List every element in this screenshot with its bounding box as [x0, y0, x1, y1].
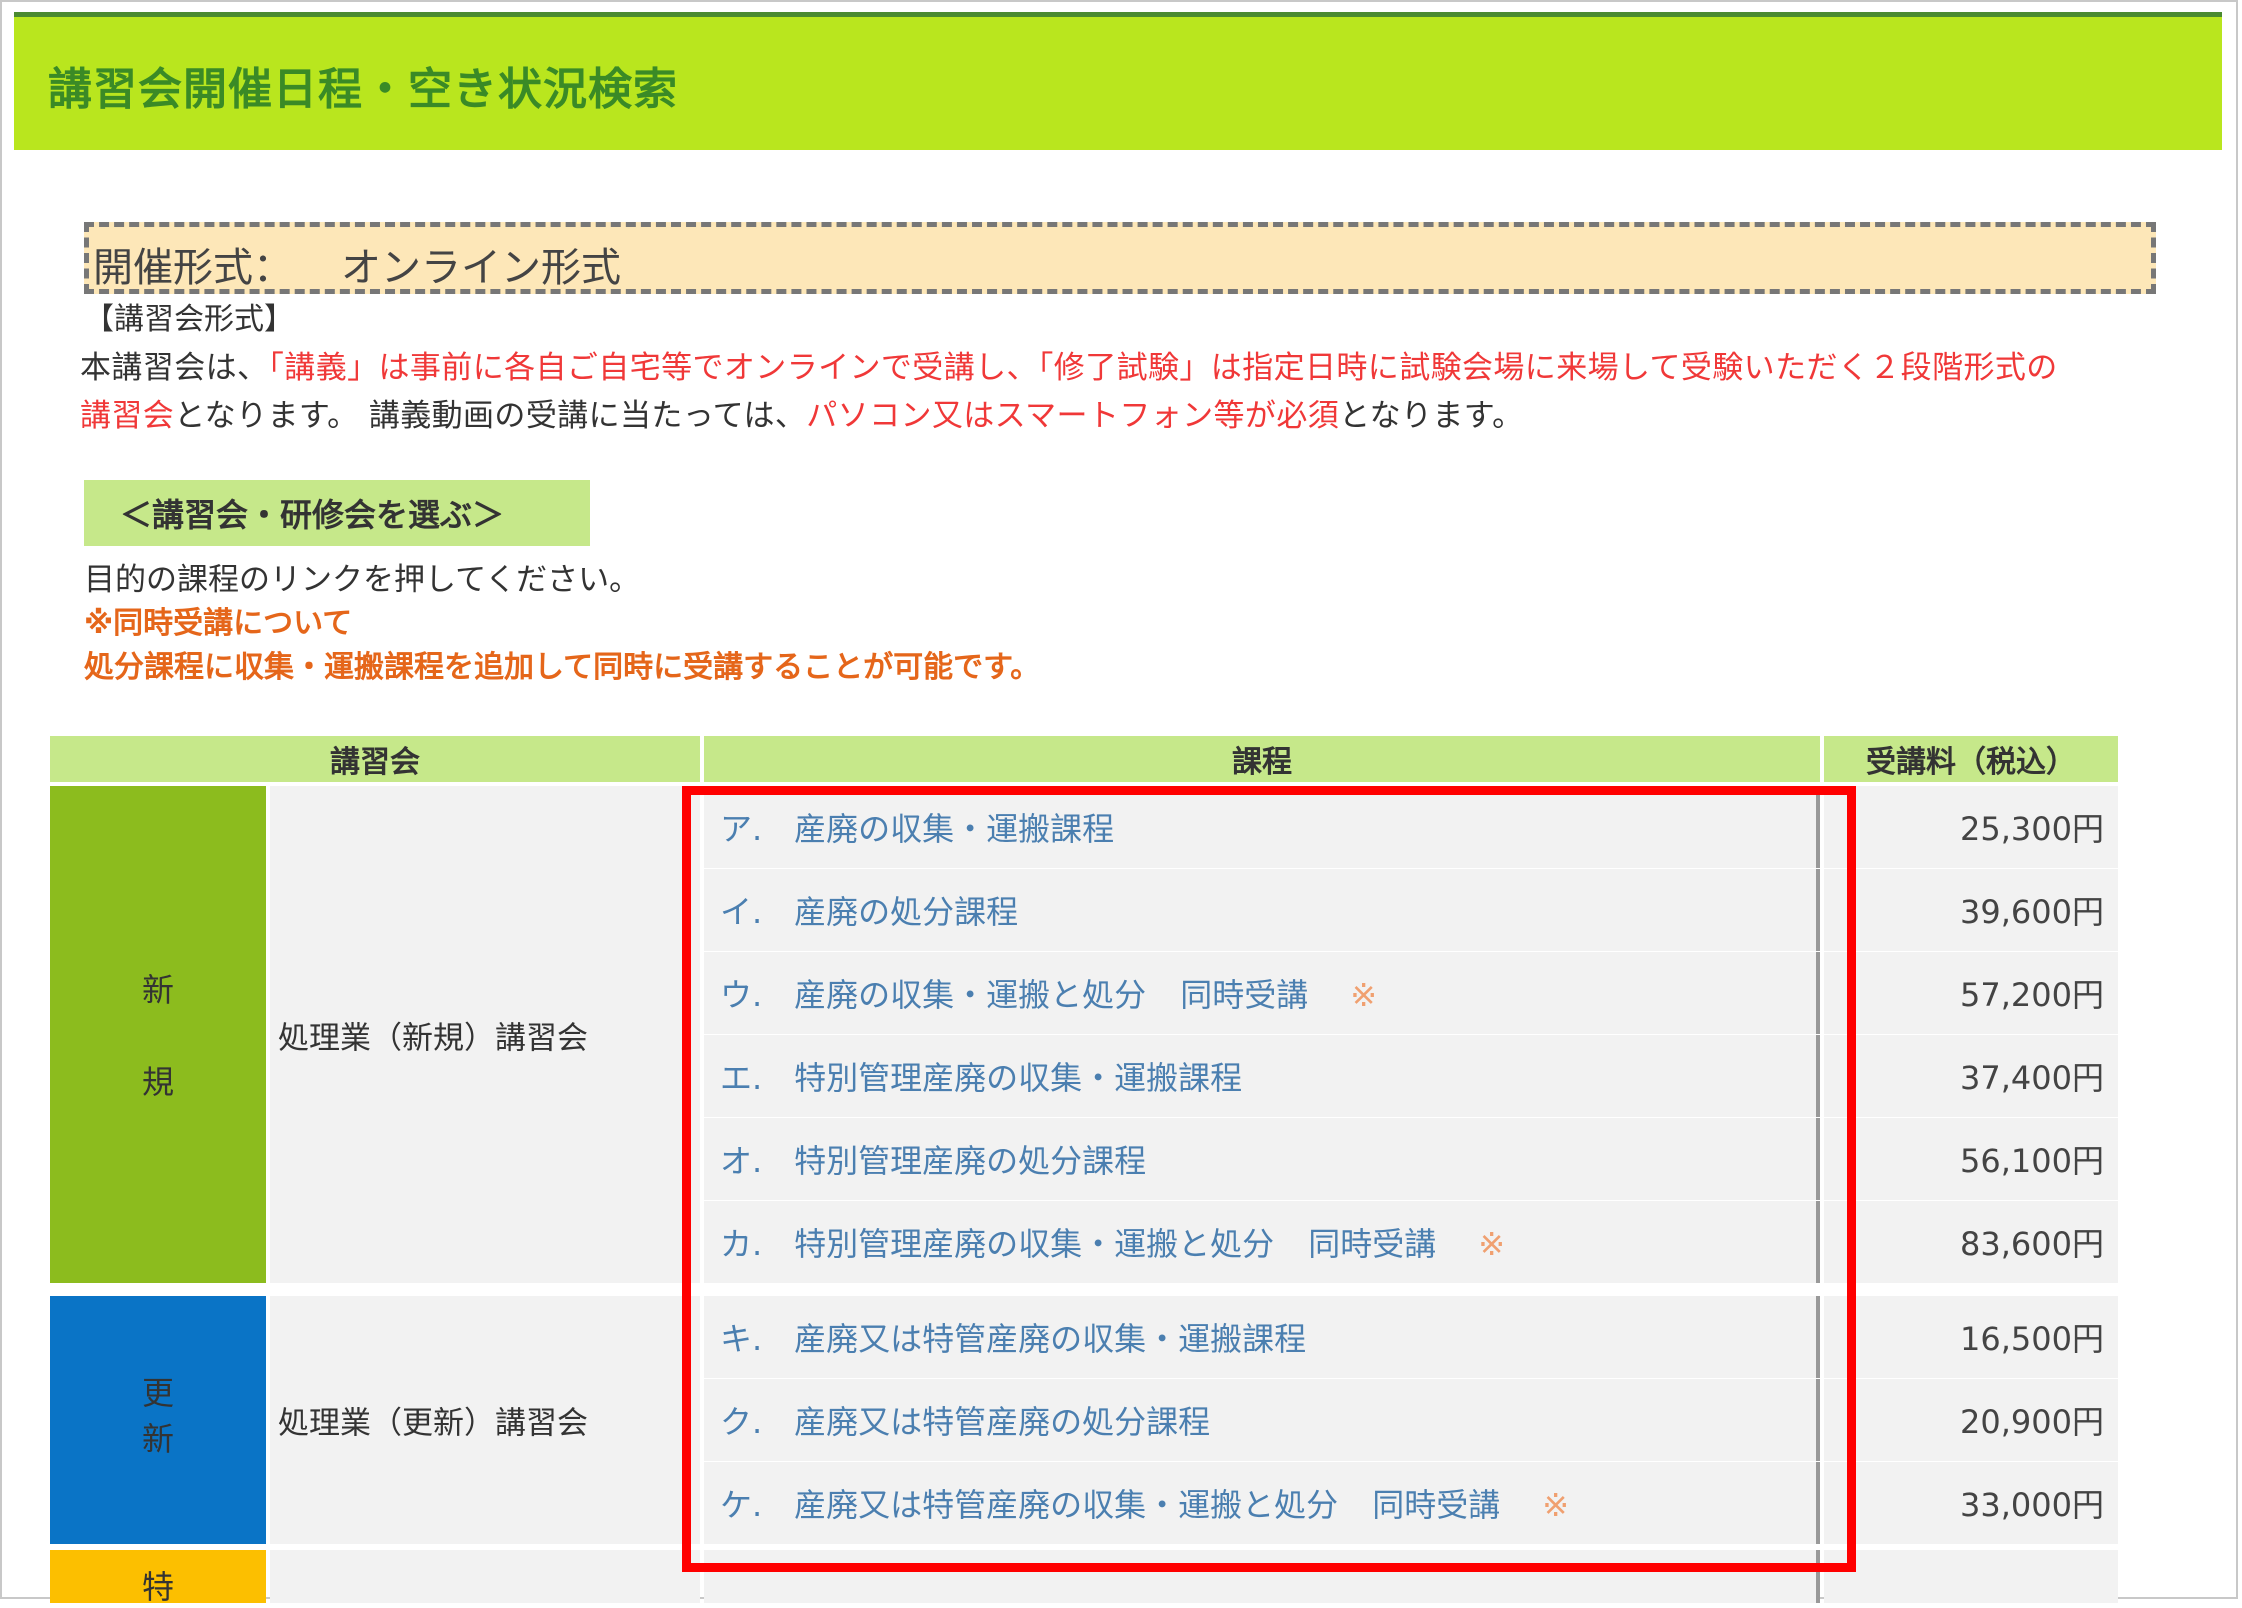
fee-value: 20,900円 [1960, 1403, 2104, 1441]
page-header: 講習会開催日程・空き状況検索 [14, 12, 2222, 150]
group-badge-char: 更 [141, 1374, 174, 1412]
fee-cell: 37,400円 [1824, 1035, 2118, 1117]
page-title: 講習会開催日程・空き状況検索 [48, 64, 678, 115]
fee-value: 16,500円 [1960, 1320, 2104, 1358]
fee-cell: 83,600円 [1824, 1201, 2118, 1283]
highlight-box [682, 786, 1856, 1572]
format-banner: 開催形式： オンライン形式 [84, 222, 2156, 294]
fee-value: 57,200円 [1960, 976, 2104, 1014]
format-label: 開催形式： [93, 245, 293, 291]
fee-value: 37,400円 [1960, 1059, 2104, 1097]
header-course: 課程 [704, 736, 1820, 782]
fee-value: 25,300円 [1960, 810, 2104, 848]
format-value: オンライン形式 [341, 245, 621, 291]
fee-value: 33,000円 [1960, 1486, 2104, 1524]
group-badge-char: 規 [141, 1062, 174, 1101]
fee-cell: 39,600円 [1824, 869, 2118, 951]
fee-cell: 57,200円 [1824, 952, 2118, 1034]
fee-cell [1824, 1550, 2118, 1603]
group-badge-char: 新 [141, 970, 174, 1009]
header-course-group: 講習会 [50, 736, 700, 782]
fee-cell: 16,500円 [1824, 1296, 2118, 1378]
header-fee: 受講料（税込） [1824, 736, 2118, 782]
group-badge: 特 [50, 1550, 266, 1606]
fee-cell: 25,300円 [1824, 786, 2118, 868]
group-name-cell [270, 1550, 700, 1603]
concurrent-note-body: 処分課程に収集・運搬課程を追加して同時に受講することが可能です。 [84, 650, 1041, 685]
fee-value: 39,600円 [1960, 893, 2104, 931]
group-name-cell: 処理業（新規）講習会 [270, 786, 700, 1283]
intro-heading: 【講習会形式】 [84, 302, 294, 337]
intro-text-segment: 講習会 [80, 398, 175, 434]
group-badge-char: 特 [141, 1568, 174, 1606]
group-name-cell: 処理業（更新）講習会 [270, 1296, 700, 1544]
group-name: 処理業（新規）講習会 [278, 1020, 588, 1056]
group-name: 処理業（更新）講習会 [278, 1405, 588, 1442]
fee-value: 56,100円 [1960, 1142, 2104, 1180]
intro-text-segment: パソコン又はスマートフォン等が必須 [806, 398, 1340, 434]
group-badge-char: 新 [141, 1420, 174, 1458]
intro-text-segment: となります。 講義動画の受講に当たっては、 [174, 398, 807, 434]
intro-line-1: 本講習会は、「講義」は事前に各自ご自宅等でオンラインで受講し、「修了試験」は指定… [80, 342, 2058, 387]
intro-line-2: 講習会となります。 講義動画の受講に当たっては、パソコン又はスマートフォン等が必… [80, 390, 1524, 435]
concurrent-note-title: ※同時受講について [84, 606, 353, 641]
fee-cell: 33,000円 [1824, 1462, 2118, 1544]
fee-value: 83,600円 [1960, 1225, 2104, 1263]
select-course-heading-text: ＜講習会・研修会を選ぶ＞ [120, 496, 505, 534]
intro-text-segment: 本講習会は、 [80, 350, 269, 386]
intro-text-segment: となります。 [1339, 398, 1524, 434]
fee-cell: 56,100円 [1824, 1118, 2118, 1200]
group-badge: 更新 [50, 1296, 266, 1544]
intro-text-segment: 「講義」は事前に各自ご自宅等でオンラインで受講し、「修了試験」は指定日時に試験会… [268, 350, 2058, 386]
group-badge: 新規 [50, 786, 266, 1283]
fee-cell: 20,900円 [1824, 1379, 2118, 1461]
select-instruction: 目的の課程のリンクを押してください。 [84, 562, 641, 598]
select-course-heading: ＜講習会・研修会を選ぶ＞ [84, 480, 590, 546]
